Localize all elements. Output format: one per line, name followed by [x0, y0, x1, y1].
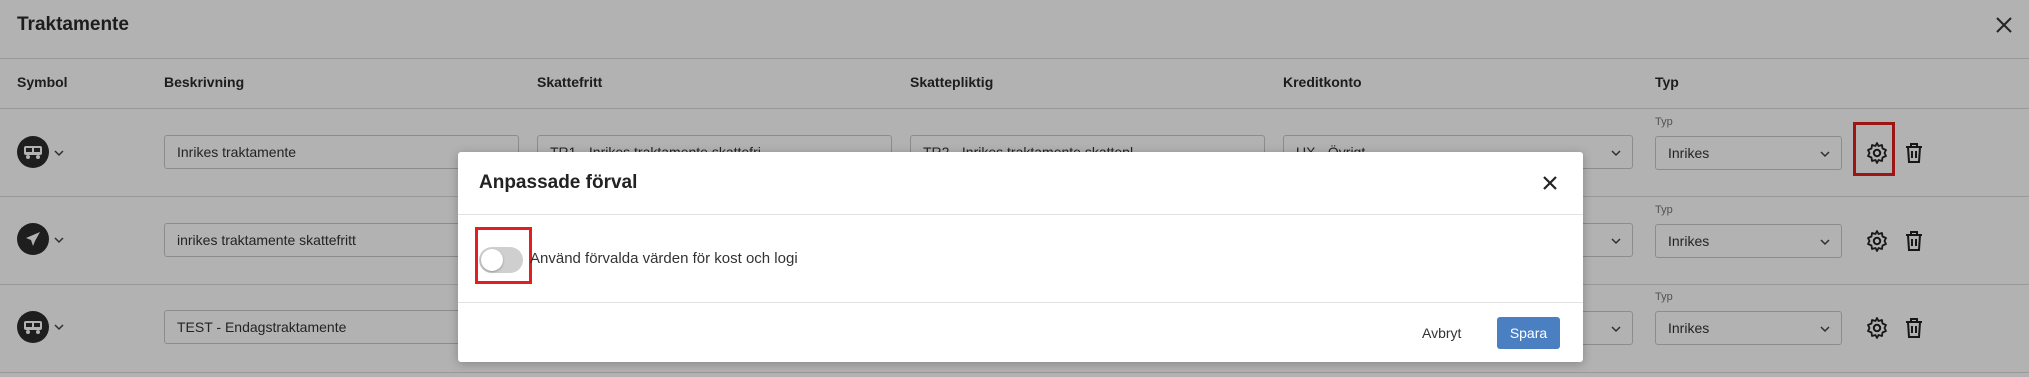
- anpassade-forval-dialog: Anpassade förval Använd förvalda värden …: [458, 152, 1583, 362]
- cancel-button[interactable]: Avbryt: [1422, 318, 1461, 348]
- save-button[interactable]: Spara: [1497, 317, 1560, 349]
- divider: [458, 302, 1583, 303]
- toggle-highlight: [475, 227, 532, 284]
- close-icon[interactable]: [1541, 174, 1559, 192]
- toggle-label: Använd förvalda värden för kost och logi: [530, 250, 798, 267]
- dialog-title: Anpassade förval: [479, 172, 638, 193]
- divider: [458, 214, 1583, 215]
